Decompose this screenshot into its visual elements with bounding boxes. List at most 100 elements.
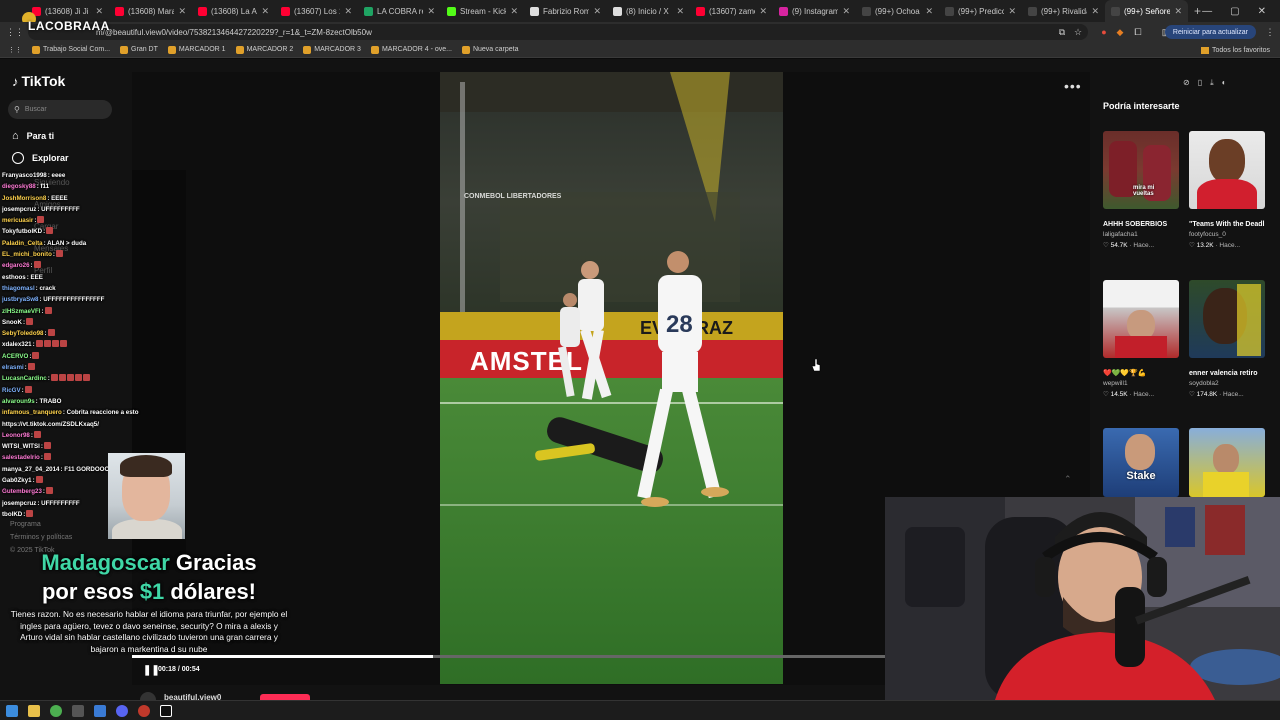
chat-username[interactable]: Gutemberg23	[2, 488, 42, 495]
install-app-icon[interactable]: ⧉	[1056, 26, 1068, 38]
tab-close-icon[interactable]: ✕	[261, 6, 269, 17]
tab-close-icon[interactable]: ✕	[759, 6, 767, 17]
chat-username[interactable]: SnooK	[2, 319, 22, 326]
reco-card[interactable]	[1189, 428, 1265, 497]
chat-username[interactable]: LucasnCardinc	[2, 375, 47, 382]
tab-close-icon[interactable]: ✕	[1174, 6, 1182, 17]
browser-tab[interactable]: LA COBRA reclam ✕	[358, 0, 441, 22]
chat-username[interactable]: mericuasir	[2, 217, 33, 224]
theme-icon[interactable]: ◐	[1222, 78, 1227, 88]
chat-username[interactable]: thiagomasl	[2, 285, 35, 292]
reco-card[interactable]: ❤️💚💛🏆💪 wepwill1 ♡ 14.5K · Hace...	[1103, 280, 1179, 401]
bookmark-item[interactable]: MARCADOR 4 - ove...	[370, 45, 452, 54]
scroll-up-icon[interactable]: ⌃	[1064, 474, 1072, 485]
more-options-button[interactable]: •••	[1064, 78, 1082, 94]
tab-close-icon[interactable]: ✕	[1008, 6, 1016, 17]
browser-tab[interactable]: (99+) Predicciones✕	[939, 0, 1022, 22]
browser-tab[interactable]: (9) Instagram ✕	[773, 0, 856, 22]
chat-username[interactable]: WITSI_WITSI	[2, 443, 40, 450]
update-button[interactable]: Reiniciar para actualizar	[1164, 25, 1256, 39]
extension-icon[interactable]: ●	[1098, 26, 1110, 38]
browser-tab[interactable]: (13608) La ALTUR ✕	[192, 0, 275, 22]
footer-terms[interactable]: Términos y políticas	[10, 531, 72, 544]
chat-username[interactable]: SebyToledo98	[2, 330, 44, 337]
chat-username[interactable]: esthoos	[2, 274, 26, 281]
browser-tab[interactable]: (99+) Ochoa a un ✕	[856, 0, 939, 22]
chat-username[interactable]: https://vt.tiktok.com/ZSDLKxaq5/	[2, 421, 99, 428]
tab-close-icon[interactable]: ✕	[1091, 6, 1099, 17]
tab-close-icon[interactable]: ✕	[178, 6, 186, 17]
chat-username[interactable]: tbolKD	[2, 511, 22, 518]
tab-close-icon[interactable]: ✕	[842, 6, 850, 17]
nav-explore[interactable]: Explorar	[12, 152, 69, 164]
browser-tab[interactable]: (99+) Rivalidad B ✕	[1022, 0, 1105, 22]
chat-username[interactable]: josempcruz	[2, 500, 36, 507]
bookmark-item[interactable]: MARCADOR 2	[235, 45, 293, 54]
chat-username[interactable]: diegosky88	[2, 183, 36, 190]
reco-device-icon[interactable]: ▯	[1198, 78, 1202, 88]
bookmark-star-icon[interactable]: ☆	[1072, 26, 1084, 38]
chat-username[interactable]: Leonor98	[2, 432, 30, 439]
chat-username[interactable]: EL_michi_bonito	[2, 251, 52, 258]
maximize-button[interactable]: ▢	[1230, 6, 1239, 17]
search-input[interactable]: ⚲ Buscar	[8, 100, 112, 119]
nav-for-you[interactable]: ⌂ Para ti	[12, 130, 54, 142]
browser-tab[interactable]: (99+) Señores ✕	[1105, 0, 1188, 22]
chat-username[interactable]: Paladin_Celta	[2, 240, 43, 247]
extension-fire-icon[interactable]: ◆	[1114, 26, 1126, 38]
chat-username[interactable]: elrasmi	[2, 364, 24, 371]
browser-tab[interactable]: (13607) Los 10 Pl ✕	[275, 0, 358, 22]
bookmark-item[interactable]: MARCADOR 1	[167, 45, 226, 54]
chat-username[interactable]: josempcruz	[2, 206, 36, 213]
chat-username[interactable]: salestadelrio	[2, 454, 40, 461]
apps-icon[interactable]: ⋮⋮	[8, 46, 22, 54]
browser-tab[interactable]: Stream - Kick Das✕	[441, 0, 524, 22]
tab-close-icon[interactable]: ✕	[676, 6, 684, 17]
bookmark-item[interactable]: Trabajo Social Com...	[32, 45, 110, 54]
chat-username[interactable]: ACERVO	[2, 353, 28, 360]
download-icon[interactable]: ⤓	[1210, 78, 1214, 88]
video-player[interactable]: EVO BRAZ AMSTEL 28	[440, 72, 783, 684]
chat-username[interactable]: edgaro26	[2, 262, 30, 269]
browser-tab[interactable]: (13608) Maradon✕	[109, 0, 192, 22]
browser-tab[interactable]: (13607) zamoran ✕	[690, 0, 773, 22]
browser-tab[interactable]: Fabrizio Romano✕	[524, 0, 607, 22]
bookmark-item[interactable]: Nueva carpeta	[461, 45, 519, 54]
reco-card[interactable]: mira mi vueltas AHHH SOBERBIOS laligafac…	[1103, 131, 1179, 252]
tab-close-icon[interactable]: ✕	[95, 6, 103, 17]
start-icon[interactable]	[6, 704, 18, 717]
reco-card[interactable]: "Teams With the Deadliest Attack Th... f…	[1189, 131, 1265, 252]
tiktok-app-icon[interactable]	[160, 704, 172, 717]
minimize-button[interactable]: —	[1202, 6, 1212, 17]
reco-card[interactable]: Stake	[1103, 428, 1179, 497]
reco-card[interactable]: enner valencia retiro soydobla2 ♡ 174.8K…	[1189, 280, 1265, 401]
chat-username[interactable]: zlHSzmaeVFl	[2, 308, 41, 315]
chat-username[interactable]: RicGV	[2, 387, 21, 394]
tab-close-icon[interactable]: ✕	[344, 6, 352, 17]
extensions-puzzle-icon[interactable]: ⧠	[1132, 26, 1144, 38]
tab-close-icon[interactable]: ✕	[925, 6, 933, 17]
tiktok-logo[interactable]: ♪ TikTok	[12, 73, 65, 89]
obs-icon[interactable]	[138, 704, 150, 717]
all-bookmarks[interactable]: Todos los favoritos	[1201, 42, 1270, 58]
chat-username[interactable]: Franyasco1998	[2, 172, 47, 179]
tab-close-icon[interactable]: ✕	[427, 6, 435, 17]
tab-close-icon[interactable]: ✕	[510, 6, 518, 17]
chat-username[interactable]: justbryaSw8	[2, 296, 38, 303]
chat-username[interactable]: JoshMorrison8	[2, 195, 46, 202]
browser-menu-icon[interactable]: ⋮	[1264, 26, 1276, 38]
app-icon[interactable]	[72, 704, 84, 717]
discord-icon[interactable]	[116, 704, 128, 717]
reco-option-icon[interactable]: ⊘	[1183, 78, 1190, 88]
chat-username[interactable]: infamous_tranquero	[2, 409, 62, 416]
chat-username[interactable]: manya_27_04_2014	[2, 466, 59, 473]
chrome-icon[interactable]	[50, 704, 62, 717]
close-window-button[interactable]: ✕	[1258, 6, 1266, 17]
file-explorer-icon[interactable]	[28, 704, 40, 717]
bookmark-item[interactable]: Gran DT	[120, 45, 158, 54]
tab-close-icon[interactable]: ✕	[593, 6, 601, 17]
chat-username[interactable]: Gab0Zky1	[2, 477, 32, 484]
browser-tab[interactable]: (8) Inicio / X ✕	[607, 0, 690, 22]
chat-username[interactable]: TokyfutbolKD	[2, 228, 42, 235]
chat-username[interactable]: xdalex321	[2, 341, 32, 348]
